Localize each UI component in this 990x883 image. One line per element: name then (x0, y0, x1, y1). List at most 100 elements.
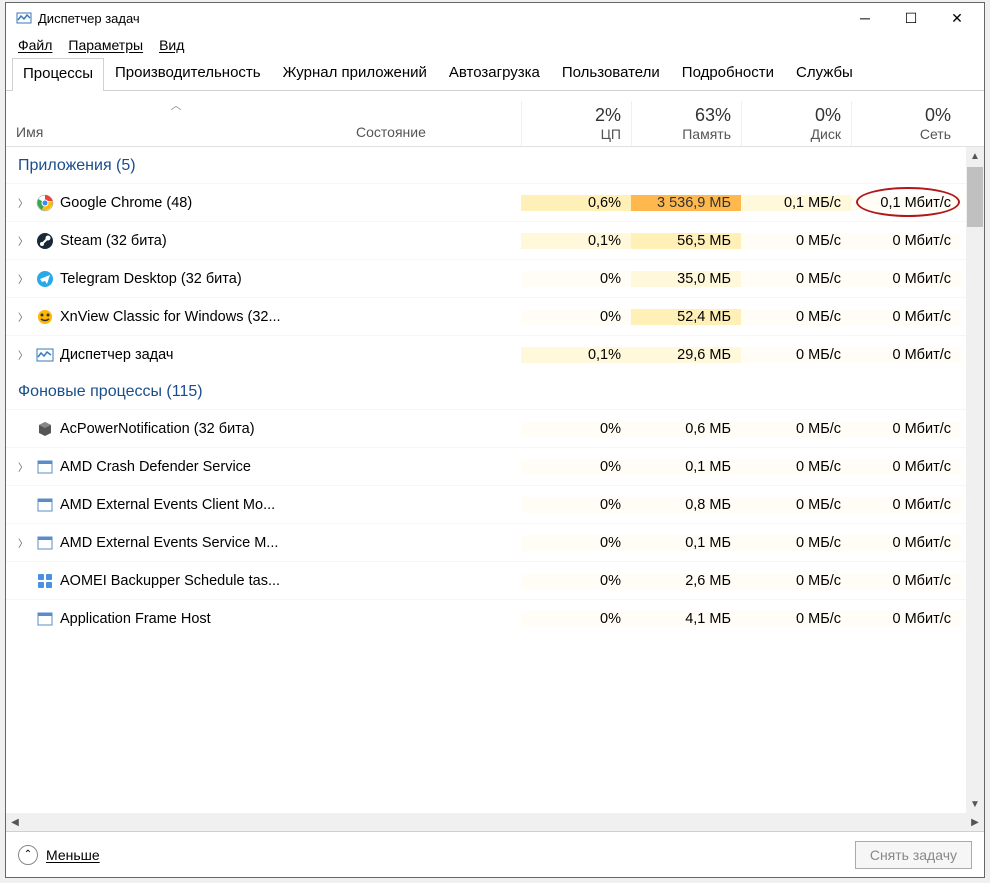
tab[interactable]: Службы (785, 57, 864, 90)
process-icon (36, 420, 54, 438)
menu-item[interactable]: Параметры (68, 37, 143, 53)
scroll-up-icon[interactable]: ▲ (966, 147, 984, 165)
header-name-label: Имя (16, 124, 336, 140)
horizontal-scrollbar[interactable]: ◀ ▶ (6, 813, 984, 831)
header-status[interactable]: Состояние (346, 118, 521, 146)
network-cell: 0 Мбит/с (851, 497, 961, 513)
cpu-cell: 0% (521, 497, 631, 513)
memory-cell: 2,6 МБ (631, 573, 741, 589)
titlebar: Диспетчер задач ─ ☐ ✕ (6, 3, 984, 33)
vertical-scrollbar[interactable]: ▲ ▼ (966, 147, 984, 813)
process-name: XnView Classic for Windows (32... (60, 309, 281, 325)
process-icon (36, 534, 54, 552)
sort-indicator-icon: ︿ (16, 97, 336, 113)
header-metric[interactable]: 63%Память (631, 101, 741, 146)
expand-icon[interactable]: 〉 (18, 535, 30, 550)
process-row[interactable]: 〉AMD Crash Defender Service0%0,1 МБ0 МБ/… (6, 447, 966, 485)
process-icon (36, 194, 54, 212)
process-name: AMD External Events Client Mo... (60, 497, 275, 513)
memory-cell: 29,6 МБ (631, 347, 741, 363)
cpu-cell: 0% (521, 421, 631, 437)
process-name: Google Chrome (48) (60, 195, 192, 211)
disk-cell: 0 МБ/с (741, 309, 851, 325)
disk-cell: 0 МБ/с (741, 233, 851, 249)
process-row[interactable]: AcPowerNotification (32 бита)0%0,6 МБ0 М… (6, 409, 966, 447)
process-list: Приложения (5)〉Google Chrome (48)0,6%3 5… (6, 147, 966, 813)
cpu-cell: 0% (521, 611, 631, 627)
process-row[interactable]: 〉Google Chrome (48)0,6%3 536,9 МБ0,1 МБ/… (6, 183, 966, 221)
task-manager-window: Диспетчер задач ─ ☐ ✕ Файл Параметры Вид П… (5, 2, 985, 878)
process-icon (36, 458, 54, 476)
memory-cell: 52,4 МБ (631, 309, 741, 325)
expand-icon[interactable]: 〉 (18, 271, 30, 286)
scroll-right-icon[interactable]: ▶ (966, 817, 984, 828)
process-name: AMD External Events Service M... (60, 535, 278, 551)
memory-cell: 35,0 МБ (631, 271, 741, 287)
tab[interactable]: Журнал приложений (272, 57, 438, 90)
expand-icon[interactable]: 〉 (18, 309, 30, 324)
process-row[interactable]: 〉Telegram Desktop (32 бита)0%35,0 МБ0 МБ… (6, 259, 966, 297)
header-metric[interactable]: 0%Диск (741, 101, 851, 146)
disk-cell: 0 МБ/с (741, 535, 851, 551)
process-row[interactable]: 〉Steam (32 бита)0,1%56,5 МБ0 МБ/с0 Мбит/… (6, 221, 966, 259)
disk-cell: 0 МБ/с (741, 497, 851, 513)
end-task-button[interactable]: Снять задачу (855, 841, 972, 869)
expand-icon[interactable]: 〉 (18, 347, 30, 362)
process-icon (36, 346, 54, 364)
tabs: ПроцессыПроизводительностьЖурнал приложе… (6, 57, 984, 91)
process-row[interactable]: 〉XnView Classic for Windows (32...0%52,4… (6, 297, 966, 335)
column-headers: ︿ Имя Состояние 2%ЦП63%Память0%Диск0%Сет… (6, 91, 984, 147)
cpu-cell: 0% (521, 459, 631, 475)
cpu-cell: 0% (521, 573, 631, 589)
process-icon (36, 610, 54, 628)
cpu-cell: 0% (521, 271, 631, 287)
network-cell: 0 Мбит/с (851, 271, 961, 287)
process-row[interactable]: AMD External Events Client Mo... 0%0,8 МБ… (6, 485, 966, 523)
process-row[interactable]: Application Frame Host0%4,1 МБ0 МБ/с0 Мб… (6, 599, 966, 637)
memory-cell: 0,6 МБ (631, 421, 741, 437)
memory-cell: 0,1 МБ (631, 535, 741, 551)
disk-cell: 0 МБ/с (741, 347, 851, 363)
expand-icon[interactable]: 〉 (18, 459, 30, 474)
fewer-details-button[interactable]: ⌃ Меньше (18, 845, 100, 865)
tab[interactable]: Автозагрузка (438, 57, 551, 90)
memory-cell: 0,8 МБ (631, 497, 741, 513)
network-cell: 0 Мбит/с (851, 421, 961, 437)
tab[interactable]: Производительность (104, 57, 272, 90)
disk-cell: 0,1 МБ/с (741, 195, 851, 211)
tab[interactable]: Процессы (12, 58, 104, 91)
process-name: AOMEI Backupper Schedule tas... (60, 573, 280, 589)
expand-icon[interactable]: 〉 (18, 195, 30, 210)
app-icon (16, 10, 32, 26)
scroll-left-icon[interactable]: ◀ (6, 817, 24, 828)
header-metric[interactable]: 2%ЦП (521, 101, 631, 146)
maximize-button[interactable]: ☐ (888, 3, 934, 33)
scroll-thumb[interactable] (967, 167, 983, 227)
disk-cell: 0 МБ/с (741, 459, 851, 475)
tab[interactable]: Пользователи (551, 57, 671, 90)
network-cell: 0 Мбит/с (851, 309, 961, 325)
tab[interactable]: Подробности (671, 57, 785, 90)
menu-item[interactable]: Вид (159, 37, 184, 53)
memory-cell: 56,5 МБ (631, 233, 741, 249)
header-name[interactable]: ︿ Имя (6, 91, 346, 146)
group-header[interactable]: Приложения (5) (6, 147, 966, 183)
network-cell: 0 Мбит/с (851, 535, 961, 551)
process-row[interactable]: AOMEI Backupper Schedule tas... 0%2,6 МБ 0… (6, 561, 966, 599)
scroll-down-icon[interactable]: ▼ (966, 795, 984, 813)
menu-item[interactable]: Файл (18, 37, 52, 53)
process-row[interactable]: 〉Диспетчер задач0,1%29,6 МБ0 МБ/с0 Мбит/… (6, 335, 966, 373)
network-cell: 0,1 Мбит/с (851, 195, 961, 211)
header-metric[interactable]: 0%Сеть (851, 101, 961, 146)
group-header[interactable]: Фоновые процессы (115) (6, 373, 966, 409)
minimize-button[interactable]: ─ (842, 3, 888, 33)
process-icon (36, 232, 54, 250)
disk-cell: 0 МБ/с (741, 271, 851, 287)
expand-icon[interactable]: 〉 (18, 233, 30, 248)
network-cell: 0 Мбит/с (851, 573, 961, 589)
close-button[interactable]: ✕ (934, 3, 980, 33)
process-name: Application Frame Host (60, 611, 211, 627)
network-cell: 0 Мбит/с (851, 233, 961, 249)
network-cell: 0 Мбит/с (851, 347, 961, 363)
process-row[interactable]: 〉AMD External Events Service M...0%0,1 М… (6, 523, 966, 561)
